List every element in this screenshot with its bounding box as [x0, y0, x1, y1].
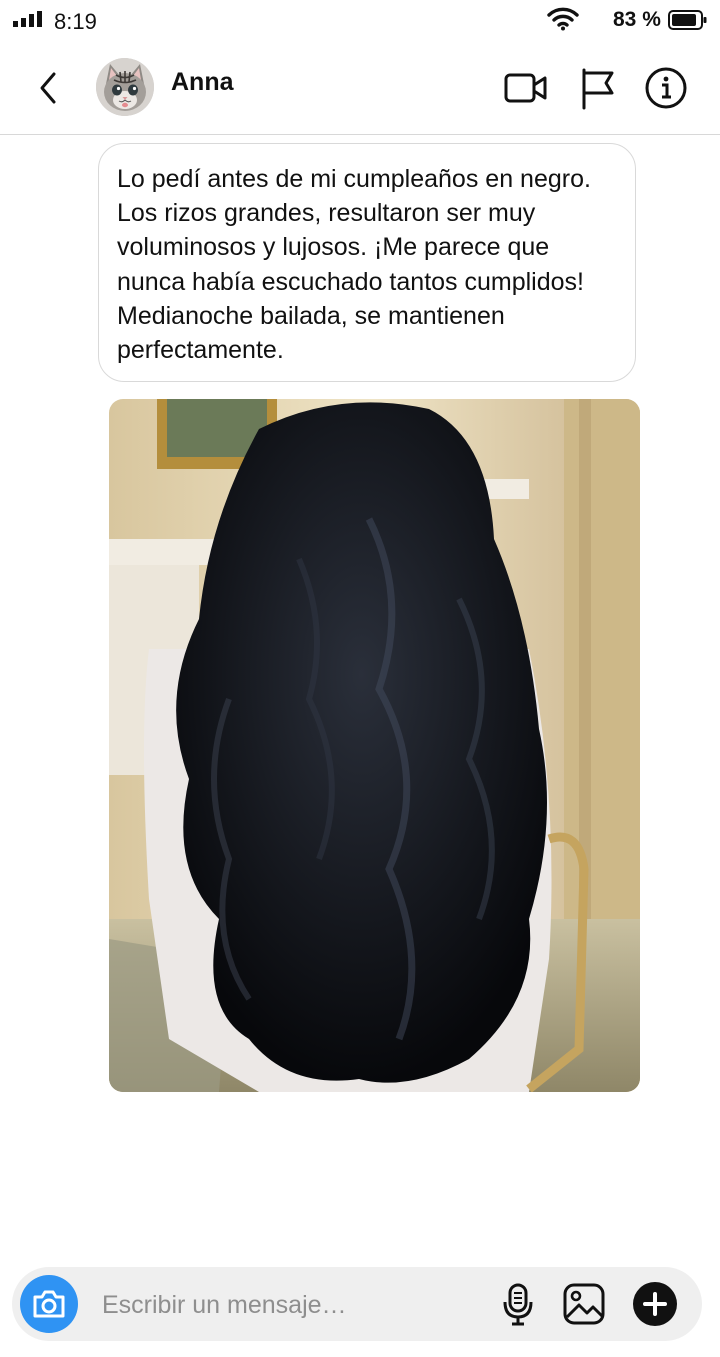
video-call-icon: [504, 73, 547, 103]
back-arrow-icon[interactable]: [32, 66, 68, 110]
kitten-avatar-image: [96, 58, 154, 116]
message-bubble: Lo pedí antes de mi cumpleaños en negro.…: [98, 143, 636, 383]
microphone-icon[interactable]: [500, 1282, 536, 1326]
chat-header: Anna: [0, 44, 720, 135]
camera-icon: [33, 1290, 65, 1318]
camera-button[interactable]: [20, 1275, 78, 1333]
signal-icon: [13, 11, 42, 27]
wifi-icon: [547, 7, 579, 31]
flag-icon: [582, 68, 614, 110]
gallery-icon[interactable]: [562, 1282, 606, 1326]
video-call-button[interactable]: [503, 66, 549, 110]
report-flag-button[interactable]: [575, 66, 621, 110]
battery-icon: [668, 10, 707, 30]
battery-percent: 83 %: [613, 8, 661, 31]
status-bar: 8:19 83 %: [0, 0, 720, 44]
info-icon: [645, 67, 687, 109]
info-button[interactable]: [643, 66, 689, 110]
contact-name[interactable]: Anna: [171, 68, 234, 97]
photo-message[interactable]: [109, 399, 640, 1092]
message-input[interactable]: [100, 1281, 494, 1329]
avatar[interactable]: [96, 58, 154, 116]
clock-time: 8:19: [54, 9, 97, 34]
hair-photo-image: [109, 399, 640, 1092]
message-composer: [12, 1267, 702, 1341]
plus-icon[interactable]: [632, 1281, 678, 1327]
